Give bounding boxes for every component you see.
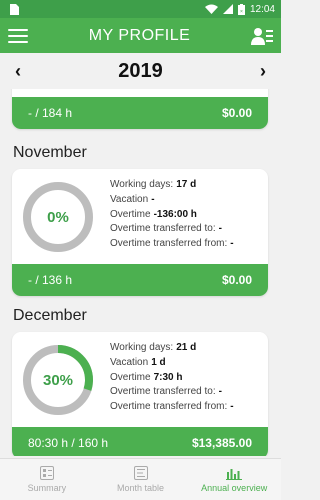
month-table-icon (133, 466, 148, 480)
overtime-value: 7:30 h (153, 371, 183, 383)
battery-icon: × (237, 3, 245, 15)
summary-icon (39, 466, 54, 480)
card-footer: - / 184 h $0.00 (12, 97, 268, 129)
overtime-from-label: Overtime transferred from: (110, 238, 228, 250)
nav-month-table[interactable]: Month table (94, 459, 188, 500)
month-title: November (13, 144, 87, 161)
status-left (10, 3, 19, 15)
months-list[interactable]: - / 184 h $0.00 November 0% Working days… (0, 89, 281, 456)
footer-amount: $0.00 (221, 106, 252, 120)
page-title: MY PROFILE (88, 26, 191, 44)
status-bar: × 12:04 (0, 0, 281, 18)
overtime-from-value: - (230, 401, 234, 413)
footer-amount: $13,385.00 (191, 436, 252, 450)
footer-amount: $0.00 (221, 273, 252, 287)
sim-card-icon (10, 3, 19, 15)
month-title: December (13, 307, 87, 324)
vacation-label: Vacation (110, 193, 149, 205)
vacation-label: Vacation (110, 356, 149, 368)
year-label: 2019 (118, 59, 163, 82)
overtime-from-label: Overtime transferred from: (110, 401, 228, 413)
signal-icon (222, 4, 233, 14)
card-body: 0% Working days: 17 d Vacation - Overtime -… (12, 169, 268, 264)
previous-year-button[interactable]: ‹ (10, 61, 26, 82)
status-right: × 12:04 (204, 3, 275, 15)
nav-label: Month table (116, 483, 165, 493)
annual-overview-icon (226, 469, 243, 480)
overtime-value: -136:00 h (153, 208, 197, 220)
menu-icon[interactable] (8, 28, 28, 43)
nav-label: Summary (27, 483, 67, 493)
progress-percent: 0% (47, 208, 69, 226)
vacation-value: - (151, 193, 155, 205)
overtime-label: Overtime (110, 208, 151, 220)
year-navigation: ‹ 2019 › (0, 53, 281, 89)
profile-list-icon[interactable] (251, 27, 273, 45)
nav-annual-overview[interactable]: Annual overview (187, 459, 281, 500)
svg-text:×: × (240, 9, 243, 15)
overtime-label: Overtime (110, 371, 151, 383)
footer-hours: - / 184 h (28, 106, 73, 120)
month-card-october[interactable]: - / 184 h $0.00 (12, 89, 268, 129)
working-days-value: 21 d (176, 342, 197, 353)
month-card-november[interactable]: 0% Working days: 17 d Vacation - Overtime -… (12, 169, 268, 296)
month-card-december[interactable]: 30% Working days: 21 d Vacation 1 d Overti… (12, 332, 268, 456)
month-details: Working days: 17 d Vacation - Overtime -136… (110, 178, 234, 252)
nav-summary[interactable]: Summary (0, 459, 94, 500)
progress-percent: 30% (42, 371, 74, 389)
overtime-from-value: - (230, 238, 234, 250)
card-body: 30% Working days: 21 d Vacation 1 d Overti… (12, 332, 268, 427)
nav-label: Annual overview (201, 483, 268, 493)
overtime-to-value: - (218, 386, 222, 398)
footer-hours: - / 136 h (28, 273, 73, 287)
card-footer: - / 136 h $0.00 (12, 264, 268, 296)
working-days-value: 17 d (176, 179, 197, 190)
overtime-to-label: Overtime transferred to: (110, 386, 216, 398)
status-time: 12:04 (249, 3, 275, 15)
next-year-button[interactable]: › (255, 61, 271, 82)
card-footer: 80:30 h / 160 h $13,385.00 (12, 427, 268, 456)
overtime-to-value: - (218, 223, 222, 235)
overtime-to-label: Overtime transferred to: (110, 223, 216, 235)
working-days-label: Working days: (110, 342, 174, 353)
wifi-icon (204, 4, 218, 14)
working-days-label: Working days: (110, 179, 174, 190)
footer-hours: 80:30 h / 160 h (28, 436, 109, 450)
bottom-navigation: Summary Month table Annual overview (0, 458, 281, 500)
month-details: Working days: 21 d Vacation 1 d Overtime 7:… (110, 341, 234, 415)
card-body (12, 89, 268, 97)
app-bar: MY PROFILE (0, 18, 281, 53)
vacation-value: 1 d (151, 356, 166, 368)
